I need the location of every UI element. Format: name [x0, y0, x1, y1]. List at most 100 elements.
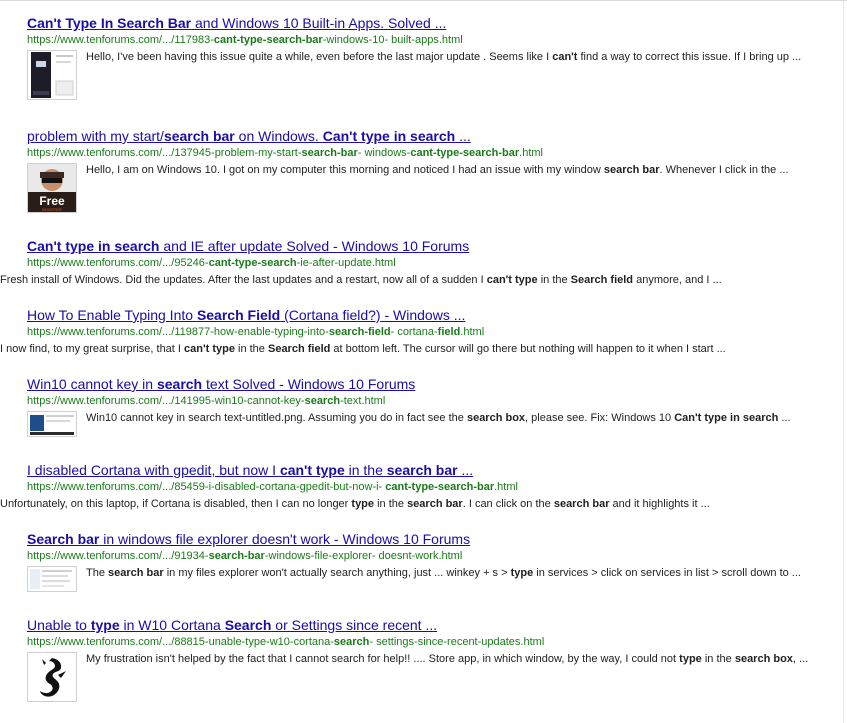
text-segment: - cortana- [390, 326, 438, 338]
text-segment: in services > click on services in list … [533, 567, 801, 579]
text-segment: and IE after update Solved - Windows 10 … [159, 238, 470, 254]
bold-keyword: search-bar [301, 147, 358, 159]
result-title-link[interactable]: How To Enable Typing Into Search Field (… [27, 306, 837, 324]
result-title-link[interactable]: Search bar in windows file explorer does… [27, 530, 837, 548]
bold-keyword: search [333, 636, 370, 648]
result-title-link[interactable]: Unable to type in W10 Cortana Search or … [27, 616, 837, 634]
result-title-link[interactable]: Can't type in search and IE after update… [27, 237, 837, 255]
text-segment: or Settings since recent ... [271, 617, 438, 633]
result-title-link[interactable]: Win10 cannot key in search text Solved -… [27, 375, 837, 393]
bold-keyword: Can't type in search [27, 238, 160, 254]
result-body: Free BOOSTER Hello, I am on Windows 10. … [27, 163, 837, 213]
result-snippet: Hello, I've been having this issue quite… [86, 50, 837, 65]
text-segment: -windows-file-explorer- doesnt-work.html [264, 550, 463, 562]
text-segment: and it highlights it ... [609, 498, 710, 510]
text-segment: problem with my start/ [27, 128, 164, 144]
result-url: https://www.tenforums.com/.../95246-cant… [27, 256, 837, 270]
search-result-3: Can't type in search and IE after update… [0, 237, 837, 288]
result-thumbnail[interactable] [27, 411, 77, 437]
result-snippet: The search bar in my files explorer won'… [86, 566, 837, 581]
text-segment: How To Enable Typing Into [27, 307, 197, 323]
result-url: https://www.tenforums.com/.../137945-pro… [27, 146, 837, 160]
text-segment: anymore, and I ... [633, 274, 722, 286]
text-segment: in windows file explorer doesn't work - … [99, 531, 471, 547]
text-segment: Unable to [27, 617, 91, 633]
search-result-5: Win10 cannot key in search text Solved -… [27, 375, 837, 437]
result-thumbnail[interactable] [27, 50, 77, 100]
text-segment: I disabled Cortana with gpedit, but now … [27, 462, 280, 478]
text-segment: in the [374, 498, 408, 510]
text-segment: https://www.tenforums.com/.../88815-unab… [27, 636, 334, 648]
result-thumbnail[interactable]: Free BOOSTER [27, 163, 77, 213]
text-segment: in W10 Cortana [119, 617, 225, 633]
text-segment: https://www.tenforums.com/.../117983- [27, 34, 214, 46]
text-segment: https://www.tenforums.com/.../85459-i-di… [27, 481, 386, 493]
text-segment: - settings-since-recent-updates.html [369, 636, 545, 648]
text-segment: and Windows 10 Built-in Apps. Solved ... [191, 15, 447, 31]
right-divider [843, 0, 844, 723]
result-url: https://www.tenforums.com/.../91934-sear… [27, 549, 837, 563]
bold-keyword: Can't type in search [322, 128, 456, 144]
explorer-thumb-icon [28, 567, 76, 591]
svg-text:Free: Free [39, 194, 65, 208]
top-divider [0, 0, 847, 1]
text-segment: Unfortunately, on this laptop, if Cortan… [0, 498, 352, 510]
result-thumbnail[interactable] [27, 652, 77, 702]
text-segment: , ... [792, 653, 809, 665]
text-segment: https://www.tenforums.com/.../119877-how… [27, 326, 329, 338]
bold-keyword: search bar [407, 498, 463, 510]
text-segment: Win10 cannot key in search text-untitled… [86, 412, 467, 424]
text-segment: Win10 cannot key in [27, 376, 157, 392]
bold-keyword: field [437, 326, 461, 338]
text-segment: . I can click on the [462, 498, 554, 510]
result-title-link[interactable]: I disabled Cortana with gpedit, but now … [27, 461, 837, 479]
bold-keyword: can't type [486, 274, 538, 286]
text-segment: -windows-10- built-apps.html [322, 34, 463, 46]
bold-keyword: cant-type-search-bar [385, 481, 495, 493]
text-segment: https://www.tenforums.com/.../137945-pro… [27, 147, 302, 159]
result-body: The search bar in my files explorer won'… [27, 566, 837, 592]
bold-keyword: search bar [553, 498, 610, 510]
bold-keyword: type [351, 498, 375, 510]
text-segment: text Solved - Windows 10 Forums [202, 376, 416, 392]
result-snippet: Hello, I am on Windows 10. I got on my c… [86, 163, 837, 178]
text-segment: Hello, I am on Windows 10. I got on my c… [86, 164, 604, 176]
result-url: https://www.tenforums.com/.../117983-can… [27, 33, 837, 47]
bold-keyword: Search field [267, 343, 331, 355]
phone-screenshot-icon [31, 52, 74, 98]
result-title-link[interactable]: Can't Type In Search Bar and Windows 10 … [27, 14, 837, 32]
bold-keyword: search [304, 395, 341, 407]
result-snippet: Win10 cannot key in search text-untitled… [86, 411, 837, 426]
text-segment: (Cortana field?) - Windows ... [280, 307, 466, 323]
text-segment: on Windows. [234, 128, 323, 144]
text-segment: My frustration isn't helped by the fact … [86, 653, 680, 665]
result-thumbnail[interactable] [27, 566, 77, 592]
text-segment: find a way to correct this issue. If I b… [577, 51, 802, 63]
text-segment: https://www.tenforums.com/.../95246- [27, 257, 209, 269]
text-segment: .html [494, 481, 518, 493]
text-segment: ... [778, 412, 791, 424]
bold-keyword: search-field [328, 326, 391, 338]
text-segment: Hello, I've been having this issue quite… [86, 51, 553, 63]
text-segment: at bottom left. The cursor will go there… [330, 343, 726, 355]
text-segment: Fresh install of Windows. Did the update… [0, 274, 487, 286]
result-body: Hello, I've been having this issue quite… [27, 50, 837, 100]
text-segment: -ie-after-update.html [296, 257, 396, 269]
bold-keyword: type [510, 567, 534, 579]
text-segment: .html [460, 326, 485, 338]
result-body: Unfortunately, on this laptop, if Cortan… [0, 497, 837, 512]
bold-keyword: Search [224, 617, 272, 633]
text-segment: .html [519, 147, 543, 159]
text-segment: ... [457, 462, 474, 478]
result-url: https://www.tenforums.com/.../141995-win… [27, 394, 837, 408]
result-body: My frustration isn't helped by the fact … [27, 652, 837, 702]
text-segment: in my files explorer won't actually sear… [163, 567, 511, 579]
result-url: https://www.tenforums.com/.../88815-unab… [27, 635, 837, 649]
search-result-8: Unable to type in W10 Cortana Search or … [27, 616, 837, 702]
result-title-link[interactable]: problem with my start/search bar on Wind… [27, 127, 837, 145]
bold-keyword: cant-type-search-bar [213, 34, 323, 46]
text-segment: in the [701, 653, 735, 665]
bold-keyword: can't [552, 51, 578, 63]
text-segment: I now find, to my great surprise, that I [0, 343, 185, 355]
text-segment: in the [234, 343, 268, 355]
